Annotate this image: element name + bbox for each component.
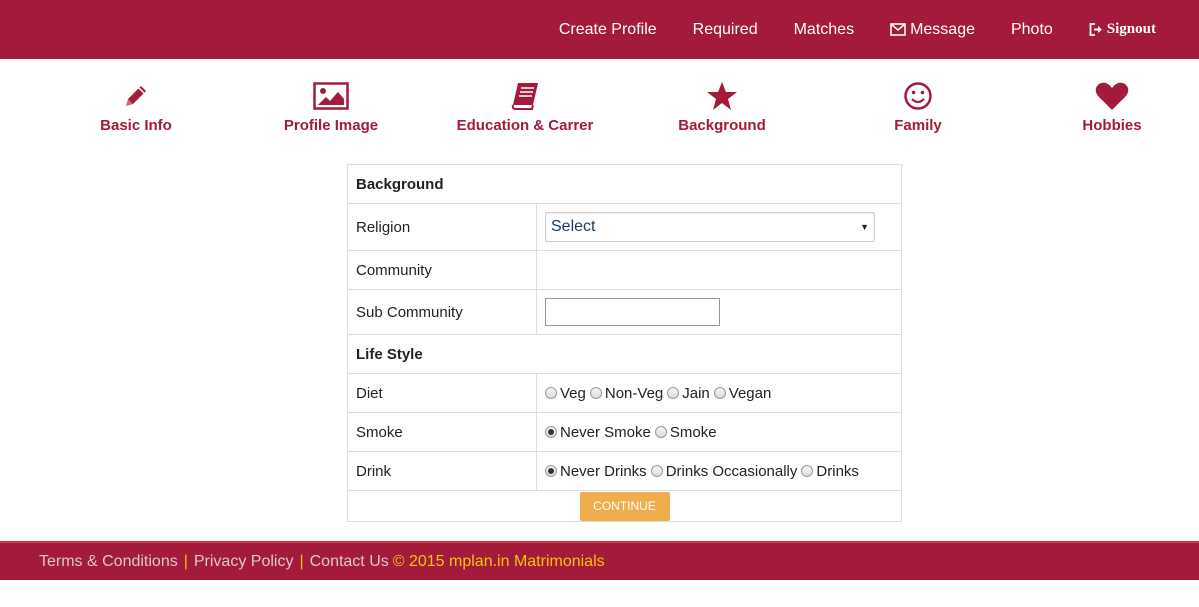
drink-radio-group: Never Drinks Drinks Occasionally Drinks [545, 463, 863, 480]
nav-photo[interactable]: Photo [1011, 21, 1053, 39]
step-label: Family [894, 117, 942, 134]
diet-row: Diet Veg Non-Veg Jain Vegan [348, 374, 901, 413]
drink-radio-drinks[interactable] [801, 465, 814, 477]
image-icon [313, 82, 349, 110]
signout-icon [1089, 23, 1102, 36]
radio-label: Drinks [816, 462, 859, 480]
drink-radio-never[interactable] [545, 465, 557, 477]
smoke-radio-group: Never Smoke Smoke [545, 424, 721, 441]
religion-select[interactable]: Select ▼ [545, 212, 875, 242]
religion-select-value: Select [551, 218, 596, 235]
diet-radio-group: Veg Non-Veg Jain Vegan [545, 385, 775, 402]
background-section-header: Background [348, 165, 901, 204]
envelope-icon [890, 23, 906, 36]
diet-radio-non-veg[interactable] [589, 387, 602, 399]
contact-link[interactable]: Contact Us [310, 553, 389, 571]
step-basic-info[interactable]: Basic Info [36, 80, 236, 134]
religion-row: Religion Select ▼ [348, 204, 901, 251]
privacy-link[interactable]: Privacy Policy [194, 553, 294, 571]
nav-message[interactable]: Message [890, 21, 975, 39]
smoke-radio-never[interactable] [545, 426, 557, 438]
diet-radio-veg[interactable] [545, 387, 557, 399]
nav-matches[interactable]: Matches [794, 21, 854, 39]
community-value [537, 251, 901, 289]
book-icon [511, 83, 538, 110]
heart-icon [1095, 82, 1129, 110]
step-family[interactable]: Family [818, 80, 1018, 134]
section-title: Life Style [356, 345, 423, 363]
nav-signout-label: Signout [1106, 21, 1156, 37]
lifestyle-section-header: Life Style [348, 335, 901, 374]
drink-row: Drink Never Drinks Drinks Occasionally D… [348, 452, 901, 491]
continue-button[interactable]: CONTINUE [579, 491, 670, 521]
diet-label: Diet [348, 374, 537, 412]
drink-radio-occasionally[interactable] [650, 465, 663, 477]
smile-icon [904, 82, 932, 110]
nav-create-profile[interactable]: Create Profile [559, 21, 657, 39]
footer-separator: | [299, 552, 304, 570]
profile-steps: Basic Info Profile Image Education & Car… [0, 80, 1199, 140]
step-label: Background [678, 117, 766, 134]
radio-label: Veg [560, 384, 586, 402]
community-row: Community [348, 251, 901, 290]
smoke-label: Smoke [348, 413, 537, 451]
smoke-row: Smoke Never Smoke Smoke [348, 413, 901, 452]
footer-separator: | [183, 552, 188, 570]
step-education[interactable]: Education & Carrer [425, 80, 625, 134]
step-label: Hobbies [1082, 117, 1142, 134]
smoke-radio-smoke[interactable] [654, 426, 667, 438]
background-form: Background Religion Select ▼ Community S… [347, 164, 902, 522]
terms-link[interactable]: Terms & Conditions [39, 553, 178, 571]
top-navbar: Create Profile Required Matches Message … [0, 0, 1199, 59]
radio-label: Smoke [669, 423, 717, 441]
drink-label: Drink [348, 452, 537, 490]
step-hobbies[interactable]: Hobbies [1012, 80, 1199, 134]
diet-radio-vegan[interactable] [713, 387, 726, 399]
radio-label: Vegan [728, 384, 772, 402]
sub-community-row: Sub Community [348, 290, 901, 335]
top-nav-menu: Create Profile Required Matches Message … [559, 0, 1199, 59]
religion-label: Religion [348, 204, 537, 250]
radio-label: Never Smoke [560, 423, 651, 441]
nav-required[interactable]: Required [693, 21, 758, 39]
copyright-text: © 2015 mplan.in Matrimonials [392, 552, 605, 570]
diet-radio-jain[interactable] [667, 387, 680, 399]
radio-label: Drinks Occasionally [665, 462, 798, 480]
footer: Terms & Conditions | Privacy Policy | Co… [0, 541, 1199, 580]
star-icon [707, 82, 737, 110]
sub-community-label: Sub Community [348, 290, 537, 334]
radio-label: Never Drinks [560, 462, 647, 480]
dropdown-arrow-icon: ▼ [860, 222, 869, 232]
nav-signout[interactable]: Signout [1089, 21, 1156, 38]
step-label: Education & Carrer [456, 117, 594, 134]
step-label: Basic Info [100, 117, 172, 134]
continue-row: CONTINUE [348, 491, 901, 521]
sub-community-input[interactable] [545, 298, 720, 326]
step-profile-image[interactable]: Profile Image [231, 80, 431, 134]
section-title: Background [356, 175, 444, 193]
radio-label: Non-Veg [604, 384, 664, 402]
radio-label: Jain [682, 384, 710, 402]
nav-message-label: Message [910, 20, 975, 38]
step-label: Profile Image [283, 117, 379, 134]
step-background[interactable]: Background [622, 80, 822, 134]
pencil-icon [126, 86, 146, 106]
community-label: Community [348, 251, 537, 289]
